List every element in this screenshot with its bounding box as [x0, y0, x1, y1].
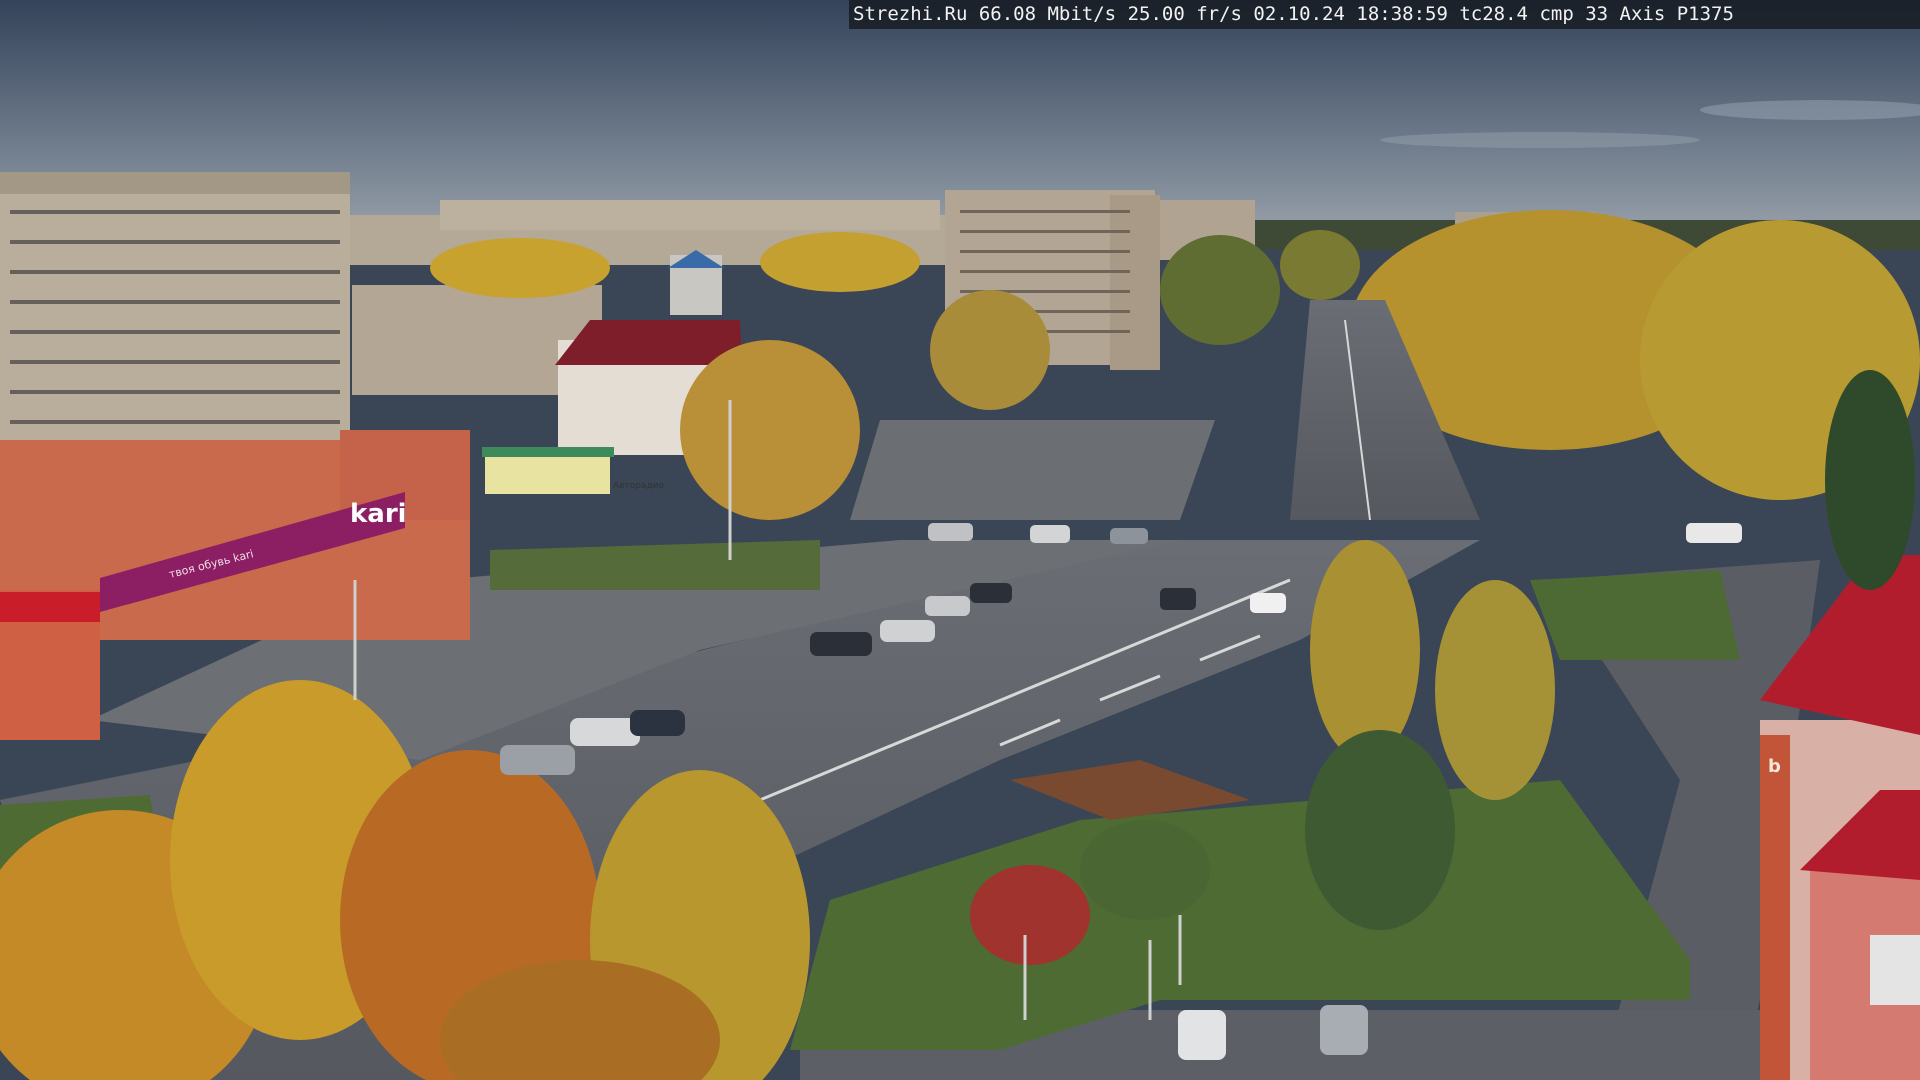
osd-tc: tc28.4 [1459, 3, 1528, 25]
osd-camera: Axis P1375 [1619, 3, 1734, 25]
kari-sign: kari [350, 499, 407, 529]
pavilion-sign: Авторадио [613, 481, 665, 491]
cloud [1380, 132, 1700, 148]
osd-bitrate: 66.08 Mbit/s [978, 3, 1117, 25]
osd-fps: 25.00 fr/s [1127, 3, 1242, 25]
camera-osd-overlay: Strezhi.Ru 66.08 Mbit/s 25.00 fr/s 02.10… [849, 0, 1920, 29]
small-pavilion [485, 452, 610, 494]
tower-sign: b [1768, 756, 1781, 777]
pavilion-roof [482, 447, 614, 457]
upper-plaza [850, 420, 1215, 520]
osd-time: 18:38:59 [1356, 3, 1448, 25]
osd-cmp: cmp 33 [1539, 3, 1609, 25]
webcam-scene: kari твоя обувь kari Авторадио b [0, 0, 1920, 1080]
osd-date: 02.10.24 [1253, 3, 1345, 25]
osd-site: Strezhi.Ru [853, 3, 968, 25]
